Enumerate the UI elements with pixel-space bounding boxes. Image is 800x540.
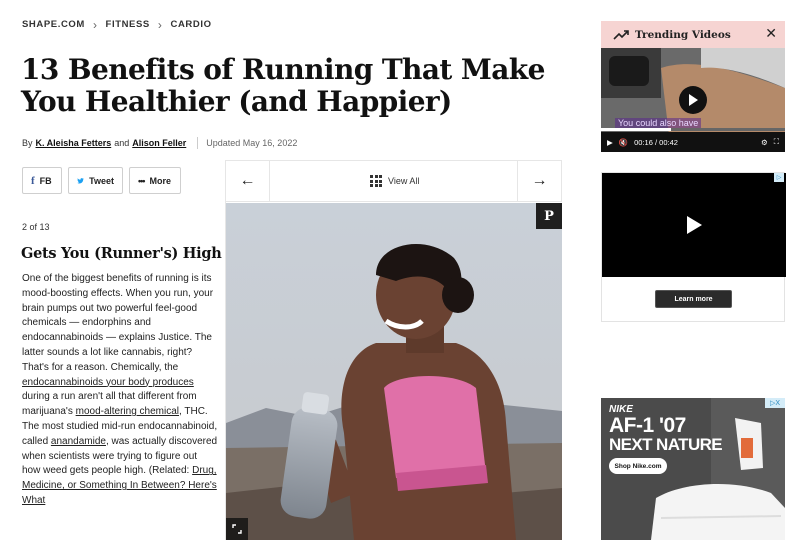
- mute-icon[interactable]: 🔇: [619, 138, 628, 147]
- updated-date: Updated May 16, 2022: [206, 138, 298, 148]
- gallery-nav: ← View All →: [226, 160, 562, 202]
- learn-more-button[interactable]: Learn more: [655, 290, 732, 308]
- breadcrumb-home[interactable]: SHAPE.COM: [22, 19, 85, 30]
- facebook-share-button[interactable]: f FB: [22, 167, 62, 194]
- adchoices-icon[interactable]: ▷X: [765, 398, 785, 408]
- more-share-label: More: [149, 175, 171, 186]
- expand-photo-button[interactable]: [226, 518, 248, 540]
- twitter-share-button[interactable]: Tweet: [68, 167, 123, 194]
- pinterest-icon: P: [544, 208, 554, 224]
- arrow-left-icon: ←: [239, 172, 256, 189]
- pinterest-button[interactable]: P: [536, 203, 562, 229]
- trending-videos-title: Trending Videos: [635, 28, 731, 41]
- trending-videos-header: Trending Videos ✕: [601, 21, 785, 48]
- trending-video-player[interactable]: You could also have ▶ 🔇 00:16 / 00:42 ⚙ …: [601, 48, 785, 152]
- slide-counter: 2 of 13: [22, 222, 50, 232]
- facebook-icon: f: [31, 174, 35, 187]
- next-slide-button[interactable]: →: [517, 161, 561, 201]
- body-link[interactable]: anandamide: [51, 436, 106, 447]
- page-title: 13 Benefits of Running That Make You Hea…: [21, 53, 545, 118]
- breadcrumb-fitness[interactable]: FITNESS: [106, 19, 150, 30]
- breadcrumb-cardio[interactable]: CARDIO: [170, 19, 211, 30]
- previous-slide-button[interactable]: ←: [226, 161, 270, 201]
- slide-body: One of the biggest benefits of running i…: [22, 272, 218, 509]
- body-link[interactable]: mood-altering chemical: [76, 406, 179, 417]
- byline-divider: [197, 137, 199, 149]
- play-control-icon[interactable]: ▶: [607, 138, 613, 147]
- trending-icon: [613, 29, 629, 40]
- slide-title: Gets You (Runner's) High: [21, 245, 222, 262]
- video-progress-bar[interactable]: [601, 128, 785, 131]
- adchoices-icon[interactable]: ▷: [774, 173, 784, 182]
- byline-prefix: By: [22, 138, 33, 148]
- runner-photo-illustration: [226, 203, 562, 540]
- body-text: One of the biggest benefits of running i…: [22, 273, 214, 373]
- view-all-label: View All: [388, 176, 420, 186]
- author-link[interactable]: Alison Feller: [132, 138, 186, 148]
- chevron-right-icon: ›: [92, 17, 98, 32]
- video-caption: You could also have: [615, 118, 702, 128]
- slide-photo: P: [226, 203, 562, 540]
- video-controls: ▶ 🔇 00:16 / 00:42 ⚙ ⛶: [601, 132, 785, 152]
- twitter-share-label: Tweet: [89, 175, 114, 186]
- play-button[interactable]: [679, 86, 707, 114]
- close-icon[interactable]: ✕: [765, 26, 777, 42]
- share-bar: f FB Tweet ••• More: [22, 167, 181, 194]
- nike-headline: AF-1 '07: [609, 414, 686, 437]
- gear-icon[interactable]: ⚙: [761, 138, 768, 147]
- grid-icon: [370, 175, 382, 187]
- video-ad: ▷ Learn more: [601, 172, 786, 322]
- play-icon: [689, 94, 698, 106]
- expand-icon: [232, 524, 242, 534]
- nike-ad[interactable]: NIKE AF-1 '07 NEXT NATURE Shop Nike.com …: [601, 398, 785, 540]
- video-time: 00:16 / 00:42: [634, 137, 678, 147]
- view-all-button[interactable]: View All: [370, 175, 419, 187]
- chevron-right-icon: ›: [157, 17, 163, 32]
- nike-subheadline: NEXT NATURE: [609, 435, 723, 454]
- video-progress-fill: [601, 128, 671, 131]
- byline: By K. Aleisha Fetters and Alison Feller …: [22, 137, 297, 149]
- facebook-share-label: FB: [39, 175, 52, 186]
- play-icon: [687, 216, 702, 234]
- shop-nike-button[interactable]: Shop Nike.com: [609, 458, 667, 474]
- breadcrumb: SHAPE.COM › FITNESS › CARDIO: [22, 17, 212, 32]
- body-link[interactable]: endocannabinoids your body produces: [22, 377, 194, 388]
- twitter-icon: [77, 177, 84, 183]
- more-share-button[interactable]: ••• More: [129, 167, 181, 194]
- ad-video-player[interactable]: [602, 173, 786, 277]
- byline-and: and: [114, 138, 130, 148]
- fullscreen-icon[interactable]: ⛶: [774, 137, 779, 147]
- author-link[interactable]: K. Aleisha Fetters: [36, 138, 112, 148]
- arrow-right-icon: →: [531, 172, 548, 189]
- ellipsis-icon: •••: [138, 175, 146, 186]
